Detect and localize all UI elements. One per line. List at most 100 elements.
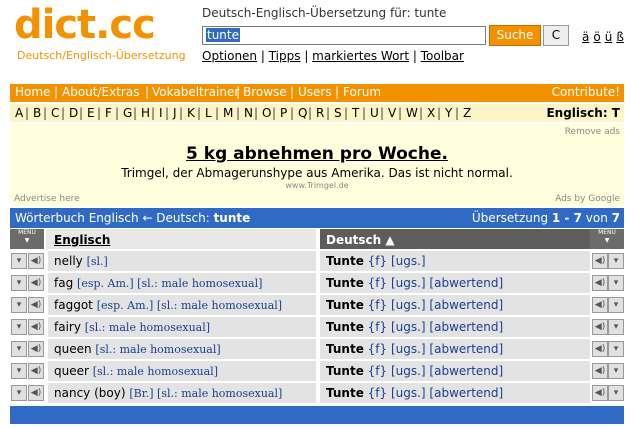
row-menu-right[interactable]: ▾: [608, 385, 624, 401]
char-u-umlaut[interactable]: ü: [605, 30, 613, 44]
alphabet-letter[interactable]: C: [51, 106, 59, 120]
row-menu-right[interactable]: ▾: [608, 319, 624, 335]
alphabet-letter[interactable]: Y: [445, 106, 452, 120]
english-term[interactable]: fag [esp. Am.] [sl.: male homosexual]: [54, 276, 262, 290]
speaker-icon[interactable]: ◀): [28, 341, 44, 357]
row-menu-right[interactable]: ▾: [608, 275, 624, 291]
row-menu-left[interactable]: ▾: [11, 253, 27, 269]
alphabet-separator: |: [79, 106, 84, 120]
link-optionen[interactable]: Optionen: [202, 49, 257, 63]
alphabet-letter[interactable]: M: [223, 106, 233, 120]
nav-forum[interactable]: Forum: [343, 85, 381, 99]
dict-cc-logo[interactable]: dict.cc: [14, 2, 156, 48]
ad-headline[interactable]: 5 kg abnehmen pro Woche.: [10, 144, 624, 164]
alphabet-letter[interactable]: S: [334, 106, 342, 120]
nav-browse[interactable]: Browse: [243, 85, 287, 99]
row-menu-right[interactable]: ▾: [608, 253, 624, 269]
nav-home[interactable]: Home: [15, 85, 50, 99]
speaker-icon[interactable]: ◀): [28, 385, 44, 401]
link-tipps[interactable]: Tipps: [269, 49, 301, 63]
alphabet-letter[interactable]: W: [406, 106, 418, 120]
alphabet-letter[interactable]: L: [205, 106, 212, 120]
english-term[interactable]: queer [sl.: male homosexual]: [54, 364, 218, 378]
alphabet-letter[interactable]: Z: [463, 106, 471, 120]
link-markiertes-wort[interactable]: markiertes Wort: [312, 49, 409, 63]
nav-vokabeltrainer[interactable]: Vokabeltrainer: [152, 85, 239, 99]
alphabet-letter[interactable]: O: [262, 106, 271, 120]
alphabet-letter[interactable]: X: [427, 106, 435, 120]
column-english[interactable]: Englisch: [54, 233, 110, 247]
english-term[interactable]: nelly [sl.]: [54, 254, 108, 268]
nav-users[interactable]: Users: [298, 85, 332, 99]
speaker-icon[interactable]: ◀): [28, 275, 44, 291]
speaker-icon[interactable]: ◀): [592, 363, 608, 379]
speaker-icon[interactable]: ◀): [592, 297, 608, 313]
row-menu-left[interactable]: ▾: [11, 363, 27, 379]
remove-ads-link[interactable]: Remove ads: [565, 127, 620, 137]
alphabet-letter[interactable]: N: [244, 106, 253, 120]
alphabet-separator: |: [272, 106, 277, 120]
char-a-umlaut[interactable]: ä: [582, 30, 589, 44]
row-menu-left[interactable]: ▾: [11, 319, 27, 335]
row-menu-right[interactable]: ▾: [608, 363, 624, 379]
advertise-here-link[interactable]: Advertise here: [14, 194, 80, 204]
speaker-icon[interactable]: ◀): [28, 319, 44, 335]
alphabet-letter[interactable]: E: [87, 106, 95, 120]
speaker-icon[interactable]: ◀): [592, 253, 608, 269]
alphabet-letter[interactable]: I: [159, 106, 163, 120]
alphabet-letter[interactable]: T: [352, 106, 359, 120]
alphabet-separator: |: [25, 106, 30, 120]
alphabet-letter[interactable]: H: [141, 106, 150, 120]
result-of: von: [581, 211, 612, 225]
row-menu-right[interactable]: ▾: [608, 341, 624, 357]
alphabet-letter[interactable]: Q: [298, 106, 307, 120]
speaker-icon[interactable]: ◀): [592, 341, 608, 357]
alphabet-letter[interactable]: G: [123, 106, 132, 120]
german-term[interactable]: Tunte {f} [ugs.]: [326, 254, 426, 268]
alphabet-letter[interactable]: V: [388, 106, 396, 120]
english-term[interactable]: fairy [sl.: male homosexual]: [54, 320, 210, 334]
speaker-icon[interactable]: ◀): [592, 275, 608, 291]
search-input[interactable]: tunte: [202, 26, 486, 45]
ad-url[interactable]: www.Trimgel.de: [10, 181, 624, 190]
german-term[interactable]: Tunte {f} [ugs.] [abwertend]: [326, 364, 503, 378]
char-eszett[interactable]: ß: [616, 30, 624, 44]
link-toolbar[interactable]: Toolbar: [421, 49, 464, 63]
speaker-icon[interactable]: ◀): [28, 253, 44, 269]
row-menu-right[interactable]: ▾: [608, 297, 624, 313]
speaker-icon[interactable]: ◀): [28, 363, 44, 379]
alphabet-letter[interactable]: K: [187, 106, 195, 120]
char-o-umlaut[interactable]: ö: [593, 30, 600, 44]
search-button[interactable]: Suche: [489, 25, 541, 46]
ads-by-google-link[interactable]: Ads by Google: [555, 194, 620, 204]
speaker-icon[interactable]: ◀): [592, 385, 608, 401]
column-german[interactable]: Deutsch ▲: [326, 233, 395, 247]
german-term[interactable]: Tunte {f} [ugs.] [abwertend]: [326, 342, 503, 356]
menu-left-button[interactable]: MENU ▼: [10, 229, 44, 249]
nav-contribute[interactable]: Contribute!: [552, 85, 620, 99]
speaker-icon[interactable]: ◀): [592, 319, 608, 335]
alphabet-letter[interactable]: P: [280, 106, 287, 120]
row-menu-left[interactable]: ▾: [11, 385, 27, 401]
german-term[interactable]: Tunte {f} [ugs.] [abwertend]: [326, 320, 503, 334]
english-term[interactable]: queen [sl.: male homosexual]: [54, 342, 221, 356]
row-menu-left[interactable]: ▾: [11, 341, 27, 357]
row-menu-left[interactable]: ▾: [11, 275, 27, 291]
german-term[interactable]: Tunte {f} [ugs.] [abwertend]: [326, 276, 503, 290]
alphabet-letter[interactable]: D: [69, 106, 78, 120]
alphabet-letter[interactable]: J: [173, 106, 177, 120]
alphabet-letter[interactable]: F: [105, 106, 112, 120]
german-term[interactable]: Tunte {f} [ugs.] [abwertend]: [326, 386, 503, 400]
menu-right-button[interactable]: MENU ▼: [590, 229, 624, 249]
speaker-icon[interactable]: ◀): [28, 297, 44, 313]
alphabet-letter[interactable]: B: [33, 106, 41, 120]
alphabet-letter[interactable]: A: [15, 106, 23, 120]
german-term[interactable]: Tunte {f} [ugs.] [abwertend]: [326, 298, 503, 312]
alphabet-letter[interactable]: R: [316, 106, 324, 120]
clear-button[interactable]: C: [543, 25, 569, 46]
alphabet-letter[interactable]: U: [370, 106, 379, 120]
nav-about[interactable]: About/Extras: [62, 85, 139, 99]
english-term[interactable]: faggot [esp. Am.] [sl.: male homosexual]: [54, 298, 282, 312]
english-term[interactable]: nancy (boy) [Br.] [sl.: male homosexual]: [54, 386, 282, 400]
row-menu-left[interactable]: ▾: [11, 297, 27, 313]
